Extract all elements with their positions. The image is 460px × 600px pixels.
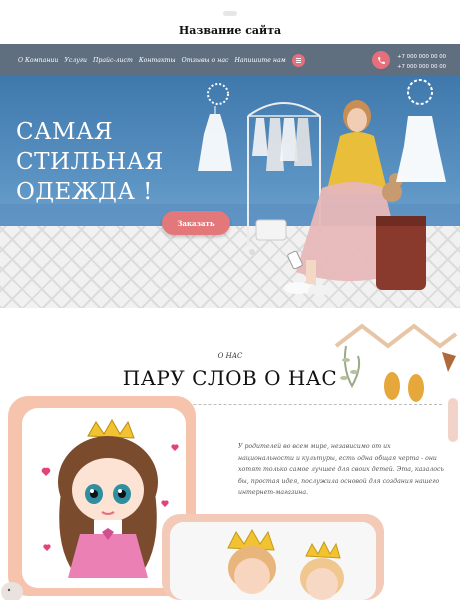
hero-title-line-2: СТИЛЬНАЯ bbox=[16, 149, 164, 175]
order-button[interactable]: Заказать bbox=[162, 211, 230, 235]
top-header: Название сайта bbox=[0, 0, 460, 44]
nav-item-prices[interactable]: Прайс-лист bbox=[93, 57, 133, 64]
hero-title-line-1: САМАЯ bbox=[16, 119, 114, 145]
phone-icon[interactable] bbox=[372, 51, 390, 69]
site-name[interactable]: Название сайта bbox=[0, 24, 460, 37]
hanging-decor bbox=[334, 323, 458, 402]
main-nav: О Компании Услуги Прайс-лист Контакты От… bbox=[0, 44, 460, 76]
phone-numbers: +7 000 000 00 00 +7 000 000 00 00 bbox=[397, 52, 446, 72]
hero-title-line-3: ОДЕЖДА ! bbox=[16, 179, 153, 205]
nav-menu: О Компании Услуги Прайс-лист Контакты От… bbox=[18, 44, 305, 76]
kids-photo-illustration bbox=[170, 522, 376, 600]
phone-number-2[interactable]: +7 000 000 00 00 bbox=[397, 62, 446, 72]
about-text: У родителей во всем мире, независимо от … bbox=[238, 443, 444, 496]
nav-item-reviews[interactable]: Отзывы о нас bbox=[182, 57, 229, 64]
kids-photo-card bbox=[162, 514, 384, 600]
bunny-decor bbox=[1, 582, 23, 600]
hero-banner: САМАЯ СТИЛЬНАЯ ОДЕЖДА ! Заказать bbox=[0, 76, 460, 308]
kids-photo bbox=[170, 522, 376, 600]
menu-icon[interactable] bbox=[291, 53, 305, 67]
nav-item-services[interactable]: Услуги bbox=[64, 57, 87, 64]
nav-item-about[interactable]: О Компании bbox=[18, 57, 58, 64]
about-eyebrow: О НАС bbox=[217, 352, 243, 360]
nav-item-contacts[interactable]: Контакты bbox=[139, 57, 176, 64]
about-title: ПАРУ СЛОВ О НАС bbox=[122, 366, 338, 390]
logo[interactable] bbox=[223, 11, 237, 16]
phone-number-1[interactable]: +7 000 000 00 00 bbox=[397, 52, 446, 62]
side-decor bbox=[448, 398, 458, 442]
nav-item-write-us[interactable]: Напишите нам bbox=[234, 57, 285, 64]
hero-title: САМАЯ СТИЛЬНАЯ ОДЕЖДА ! bbox=[16, 117, 164, 207]
